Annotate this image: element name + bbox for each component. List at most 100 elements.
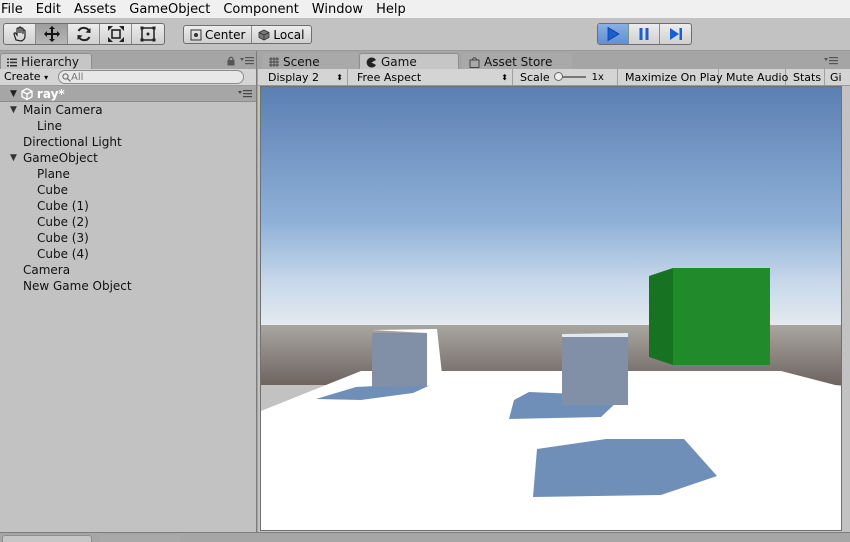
- hierarchy-item-label: Camera: [23, 263, 71, 277]
- transform-tools: [3, 23, 165, 45]
- hierarchy-tabstrip: Hierarchy: [0, 51, 256, 70]
- hand-tool-button[interactable]: [4, 24, 36, 44]
- play-button[interactable]: [598, 24, 629, 44]
- hierarchy-item[interactable]: Line: [0, 118, 256, 134]
- game-panel: Scene Game Asset Store Display 2 ⬍ Free …: [258, 51, 850, 532]
- hierarchy-item-label: New Game Object: [23, 279, 132, 293]
- aspect-label: Free Aspect: [357, 70, 422, 84]
- play-icon: [607, 26, 620, 42]
- display-label: Display 2: [268, 70, 320, 84]
- menu-gameobject[interactable]: GameObject: [129, 2, 216, 17]
- green-cube-front: [673, 268, 770, 365]
- hierarchy-item[interactable]: Cube (4): [0, 246, 256, 262]
- list-icon: [7, 58, 17, 66]
- scale-slider[interactable]: [553, 72, 586, 81]
- hierarchy-item[interactable]: Cube (2): [0, 214, 256, 230]
- tab-console[interactable]: [100, 535, 180, 542]
- tab-scene[interactable]: Scene: [262, 53, 358, 70]
- green-cube-side: [649, 268, 673, 365]
- hierarchy-item[interactable]: ▼ Main Camera: [0, 102, 256, 118]
- lock-icon[interactable]: [227, 56, 235, 66]
- hierarchy-item[interactable]: Cube (3): [0, 230, 256, 246]
- game-viewport[interactable]: [260, 86, 842, 531]
- tab-hierarchy-label: Hierarchy: [21, 55, 80, 69]
- bottom-panel-tabstrip: [0, 532, 850, 542]
- pivot-center-label: Center: [205, 27, 246, 42]
- scene-header[interactable]: ▼ ray*: [0, 86, 256, 102]
- playmode-controls: [597, 23, 692, 45]
- pause-button[interactable]: [629, 24, 660, 44]
- pivot-center-button[interactable]: Center: [184, 26, 253, 43]
- rect-tool-button[interactable]: [132, 24, 164, 44]
- hierarchy-item-label: Directional Light: [23, 135, 122, 149]
- hierarchy-item[interactable]: Directional Light: [0, 134, 256, 150]
- hierarchy-item[interactable]: Cube: [0, 182, 256, 198]
- updown-arrows-icon: ⬍: [336, 72, 343, 82]
- unity-logo-icon: [21, 87, 33, 100]
- game-panel-menu-icon[interactable]: [824, 57, 838, 65]
- gizmos-label: Gi: [830, 70, 842, 84]
- grid-icon: [269, 57, 279, 67]
- stats-toggle[interactable]: Stats: [787, 69, 825, 85]
- hierarchy-search-input[interactable]: All: [58, 70, 244, 84]
- triangle-down-icon: ▼: [10, 88, 17, 99]
- tab-asset-store[interactable]: Asset Store: [462, 53, 572, 70]
- pivot-local-label: Local: [273, 27, 305, 42]
- shopping-bag-icon: [469, 56, 480, 68]
- move-tool-button[interactable]: [36, 24, 68, 44]
- hierarchy-item-label: Cube (4): [37, 247, 89, 261]
- pivot-center-icon: [190, 29, 202, 40]
- scale-label: Scale: [520, 70, 550, 84]
- tab-asset-store-label: Asset Store: [484, 55, 553, 69]
- updown-arrows-icon: ⬍: [501, 72, 508, 82]
- hierarchy-item[interactable]: ▼ GameObject: [0, 150, 256, 166]
- game-tabstrip: Scene Game Asset Store: [258, 51, 850, 70]
- game-render: [261, 87, 841, 530]
- panel-menu-icon[interactable]: [240, 57, 254, 65]
- step-button[interactable]: [660, 24, 691, 44]
- cube-middle: [562, 337, 628, 405]
- menu-window[interactable]: Window: [312, 2, 369, 17]
- game-view-toolbar: Display 2 ⬍ Free Aspect ⬍ Scale 1x Maxim…: [258, 69, 850, 86]
- menu-edit[interactable]: Edit: [36, 2, 67, 17]
- scene-menu-icon[interactable]: [238, 90, 252, 98]
- aspect-dropdown[interactable]: Free Aspect ⬍: [351, 69, 513, 85]
- display-dropdown[interactable]: Display 2 ⬍: [262, 69, 348, 85]
- main-toolbar: Center Local: [0, 18, 850, 51]
- menu-component[interactable]: Component: [223, 2, 304, 17]
- tab-project[interactable]: [2, 535, 92, 542]
- create-dropdown[interactable]: Create ▾: [4, 70, 48, 83]
- scale-slider-handle[interactable]: [553, 72, 563, 81]
- search-placeholder: All: [71, 71, 84, 83]
- tab-hierarchy[interactable]: Hierarchy: [0, 53, 92, 70]
- scale-tool-button[interactable]: [100, 24, 132, 44]
- mute-audio-toggle[interactable]: Mute Audio: [720, 69, 789, 85]
- move-icon: [43, 26, 60, 42]
- chevron-down-icon: ▾: [44, 73, 49, 82]
- hierarchy-item-label: Cube (2): [37, 215, 89, 229]
- hierarchy-item-label: Cube (3): [37, 231, 89, 245]
- hierarchy-item-label: GameObject: [23, 151, 98, 165]
- menu-help[interactable]: Help: [376, 2, 412, 17]
- gizmos-dropdown[interactable]: Gi: [824, 69, 850, 85]
- rotate-icon: [77, 26, 90, 42]
- hierarchy-item[interactable]: Camera: [0, 262, 256, 278]
- triangle-down-icon[interactable]: ▼: [10, 153, 20, 163]
- triangle-down-icon[interactable]: ▼: [10, 105, 20, 115]
- menu-file[interactable]: File: [0, 2, 29, 17]
- hierarchy-item[interactable]: Plane: [0, 166, 256, 182]
- rect-transform-icon: [140, 26, 156, 42]
- hierarchy-panel: Hierarchy Create ▾ All ▼ ray* ▼ Main Cam…: [0, 51, 257, 532]
- hierarchy-item[interactable]: Cube (1): [0, 198, 256, 214]
- pivot-local-button[interactable]: Local: [252, 26, 310, 43]
- hierarchy-item-label: Line: [37, 119, 63, 133]
- rotate-tool-button[interactable]: [68, 24, 100, 44]
- menu-assets[interactable]: Assets: [74, 2, 122, 17]
- tab-game-label: Game: [381, 55, 417, 69]
- scene-name: ray*: [36, 86, 65, 101]
- hierarchy-item[interactable]: New Game Object: [0, 278, 256, 294]
- maximize-on-play-toggle[interactable]: Maximize On Play: [619, 69, 723, 85]
- hierarchy-item-label: Plane: [37, 167, 70, 181]
- tab-game[interactable]: Game: [359, 53, 459, 70]
- mute-label: Mute Audio: [726, 70, 789, 84]
